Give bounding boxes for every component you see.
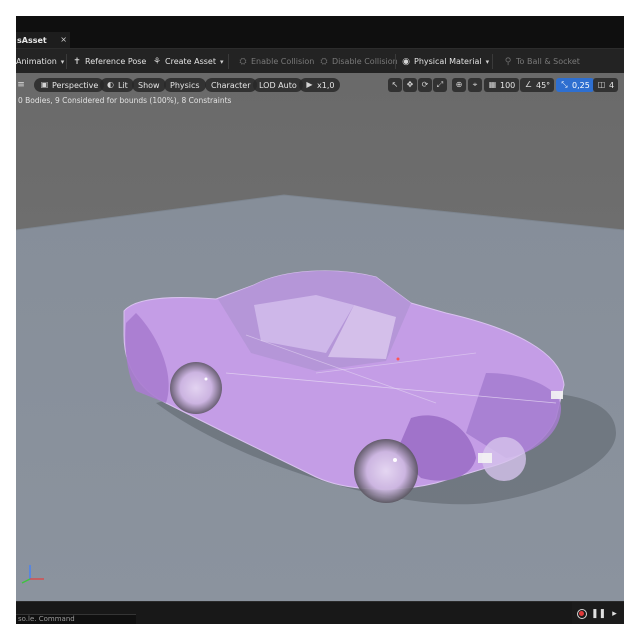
to-ball-socket-label: To Ball & Socket xyxy=(516,57,580,66)
scale-snap-icon: ⤡ xyxy=(561,80,568,89)
car-headlight xyxy=(551,391,563,399)
enable-collision-label: Enable Collision xyxy=(251,57,315,66)
disable-collision-icon: ⛭ xyxy=(320,56,328,67)
show-button[interactable]: Show xyxy=(132,78,166,92)
play-icon: ▶ xyxy=(306,80,313,89)
scale-snap-value: 0,25 xyxy=(572,80,590,90)
pose-icon: ✝ xyxy=(73,56,81,67)
car-front-wheel xyxy=(354,439,418,503)
physics-button[interactable]: Physics xyxy=(164,78,206,92)
to-ball-socket-button[interactable]: ⚲ To Ball & Socket xyxy=(503,55,580,68)
camera-icon: ◫ xyxy=(597,80,606,89)
enable-collision-button[interactable]: ⛭ Enable Collision xyxy=(238,55,314,68)
lit-icon: ◐ xyxy=(107,80,114,89)
create-asset-icon: ⚘ xyxy=(152,56,162,67)
toolbar-divider xyxy=(228,54,229,69)
step-forward-icon: ▸ xyxy=(612,608,617,619)
reference-pose-label: Reference Pose xyxy=(85,57,147,66)
axis-gizmo-icon xyxy=(21,565,44,584)
joint-marker xyxy=(393,458,397,462)
grid-icon: ▦ xyxy=(488,80,497,89)
physical-material-icon: ◉ xyxy=(402,56,410,67)
scale-icon: ⤢ xyxy=(436,80,444,89)
animation-label: Animation xyxy=(16,57,57,66)
viewport[interactable]: ≡ ▣ Perspective ◐ Lit Show Physics Chara… xyxy=(16,73,624,601)
physical-material-dropdown[interactable]: ◉ Physical Material ▾ xyxy=(401,55,489,68)
pause-button[interactable]: ❚❚ xyxy=(590,608,607,619)
main-toolbar: Animation ▾ ✝ Reference Pose ⚘ Create As… xyxy=(16,48,624,73)
viewport-scene xyxy=(16,73,624,601)
physics-stats-text: 0 Bodies, 9 Considered for bounds (100%)… xyxy=(18,96,232,105)
toolbar-divider xyxy=(66,54,67,69)
lit-button[interactable]: ◐ Lit xyxy=(100,78,134,92)
angle-icon: ∠ xyxy=(524,80,533,89)
car-rear-wheel xyxy=(170,362,222,414)
disable-collision-label: Disable Collision xyxy=(332,57,398,66)
physical-material-label: Physical Material xyxy=(414,57,482,66)
lod-button[interactable]: LOD Auto xyxy=(253,78,303,92)
console-command-bar[interactable]: so.le. Command xyxy=(16,614,136,624)
lit-label: Lit xyxy=(118,80,128,90)
chevron-down-icon: ▾ xyxy=(60,57,65,66)
playback-speed-label: x1,0 xyxy=(317,80,335,90)
record-button[interactable] xyxy=(576,608,587,619)
camera-speed-button[interactable]: ◫ 4 xyxy=(593,78,619,92)
physics-asset-editor: sAsset × Animation ▾ ✝ Reference Pose ⚘ … xyxy=(16,16,624,624)
tab-title: sAsset xyxy=(17,35,47,45)
record-icon xyxy=(576,608,587,619)
show-label: Show xyxy=(138,80,160,90)
camera-speed-value: 4 xyxy=(609,80,615,90)
lod-label: LOD Auto xyxy=(259,80,297,90)
rotation-snap-button[interactable]: ∠ 45° xyxy=(520,78,555,92)
reference-pose-button[interactable]: ✝ Reference Pose xyxy=(72,55,146,68)
chevron-down-icon: ▾ xyxy=(485,57,490,66)
playback-speed-button[interactable]: ▶ x1,0 xyxy=(299,78,341,92)
close-icon[interactable]: × xyxy=(60,35,67,44)
rotate-icon: ⟳ xyxy=(421,80,429,89)
translate-mode-button[interactable]: ✥ xyxy=(403,78,417,92)
car-headlight xyxy=(478,453,492,463)
physics-label: Physics xyxy=(170,80,200,90)
disable-collision-button[interactable]: ⛭ Disable Collision xyxy=(319,55,398,68)
surface-snap-button[interactable]: ⌖ xyxy=(468,78,482,92)
pause-icon: ❚❚ xyxy=(590,608,607,619)
next-frame-button[interactable]: ▸ xyxy=(609,608,620,619)
character-label: Character xyxy=(211,80,251,90)
toolbar-divider xyxy=(395,54,396,69)
perspective-label: Perspective xyxy=(52,80,99,90)
joint-marker xyxy=(204,377,208,381)
tab-bar: sAsset × xyxy=(16,16,624,48)
scale-mode-button[interactable]: ⤢ xyxy=(433,78,447,92)
cube-icon: ▣ xyxy=(40,80,49,89)
world-icon: ⊕ xyxy=(455,80,463,89)
joint-marker xyxy=(396,357,400,361)
toolbar-divider xyxy=(492,54,493,69)
viewport-menu-icon[interactable]: ≡ xyxy=(16,78,26,92)
perspective-button[interactable]: ▣ Perspective xyxy=(34,78,105,92)
rotation-snap-value: 45° xyxy=(536,80,551,90)
rotate-mode-button[interactable]: ⟳ xyxy=(418,78,432,92)
cursor-icon: ↖ xyxy=(391,80,399,89)
grid-snap-button[interactable]: ▦ 100 xyxy=(484,78,520,92)
animation-dropdown[interactable]: Animation ▾ xyxy=(16,55,64,68)
grid-snap-value: 100 xyxy=(500,80,516,90)
chevron-down-icon: ▾ xyxy=(220,57,224,66)
coordinate-space-button[interactable]: ⊕ xyxy=(452,78,466,92)
ball-socket-icon: ⚲ xyxy=(504,56,512,67)
create-asset-label: Create Asset xyxy=(165,57,216,66)
enable-collision-icon: ⛭ xyxy=(239,56,247,67)
select-mode-button[interactable]: ↖ xyxy=(388,78,402,92)
tab-physics-asset[interactable]: sAsset × xyxy=(16,32,70,48)
surface-snap-icon: ⌖ xyxy=(472,80,478,89)
move-icon: ✥ xyxy=(406,80,414,89)
create-asset-dropdown[interactable]: ⚘ Create Asset ▾ xyxy=(152,55,224,68)
scale-snap-button[interactable]: ⤡ 0,25 xyxy=(556,78,594,92)
character-button[interactable]: Character xyxy=(205,78,257,92)
